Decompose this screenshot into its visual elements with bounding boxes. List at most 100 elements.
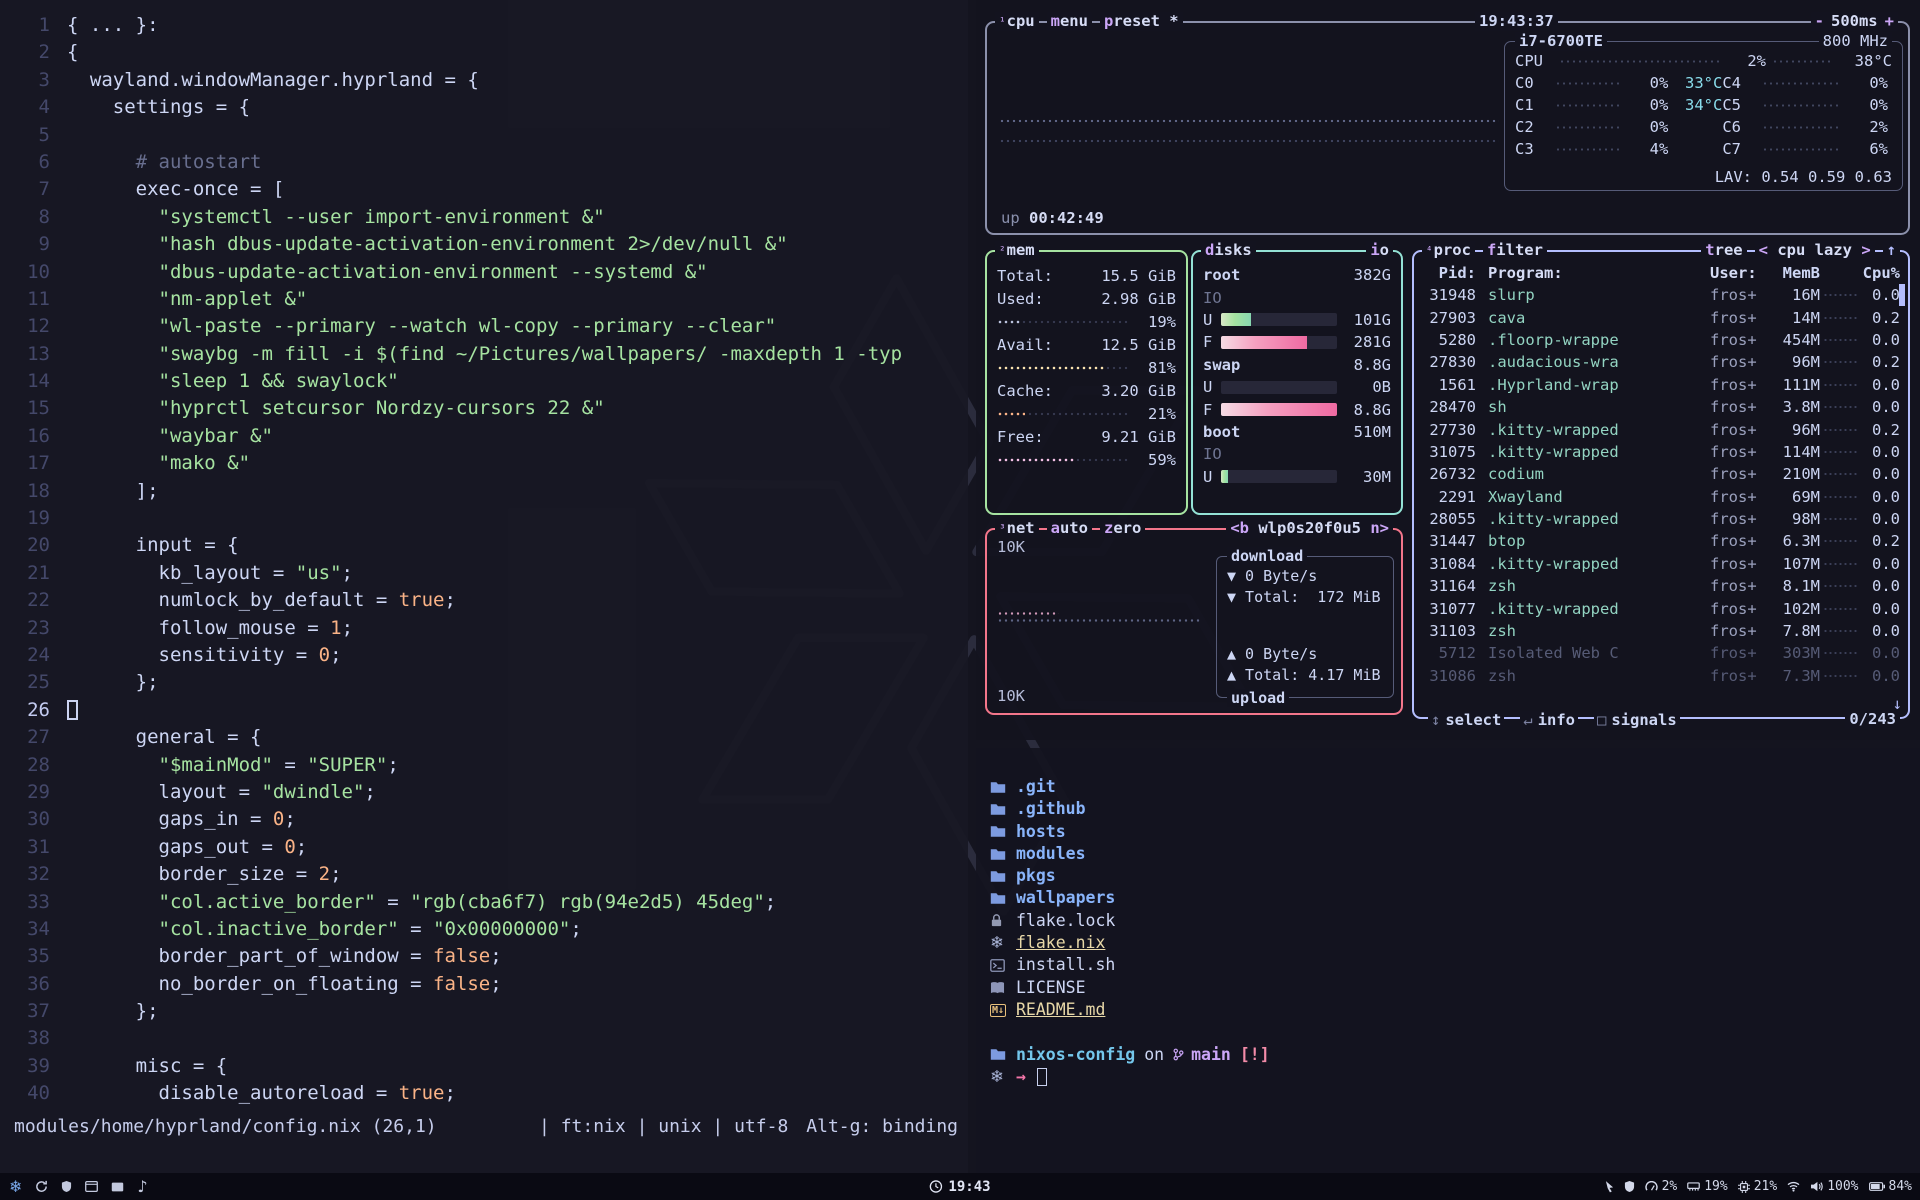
refresh-icon[interactable]	[35, 1180, 48, 1193]
process-row[interactable]: 28470shfros+3.8M0.0	[1424, 396, 1900, 418]
core-meter	[1555, 81, 1622, 86]
proc-column-headers[interactable]: Pid: Program: User: MemB Cpu%	[1424, 262, 1900, 284]
line-number: 29	[0, 779, 50, 806]
markdown-icon: M↓	[990, 1004, 1016, 1017]
process-row[interactable]: 31948slurpfros+16M0.0	[1424, 284, 1900, 306]
code-text: };	[67, 998, 159, 1025]
chip-indicator[interactable]: 21%	[1738, 1179, 1777, 1194]
core-meter	[1555, 103, 1622, 108]
cpu-core-row: C62%	[1722, 116, 1888, 138]
code-text: {	[67, 39, 78, 66]
iface-prev-button[interactable]: <b	[1230, 519, 1249, 537]
editor-window[interactable]: 1{ ... }:2{3 wayland.windowManager.hyprl…	[0, 0, 968, 1173]
line-number: 32	[0, 861, 50, 888]
git-branch-name: main	[1191, 1044, 1231, 1066]
interval-value: 500ms	[1831, 12, 1878, 31]
download-speed: ▼ 0 Byte/s	[1227, 567, 1383, 588]
disk-usage-row: F281G	[1203, 331, 1391, 353]
terminal-window[interactable]: .git.githubhostsmodulespkgswallpapersfla…	[976, 748, 1920, 1173]
card-icon[interactable]	[111, 1182, 124, 1192]
editor-line: 32 border_size = 2;	[0, 861, 968, 888]
core-meter	[1555, 147, 1622, 152]
nixos-icon[interactable]: ❄	[9, 1177, 22, 1196]
cpu-total-row: CPU 2% 38°C	[1515, 50, 1892, 72]
code-text	[67, 697, 78, 724]
interval-plus-button[interactable]: +	[1885, 12, 1894, 31]
nix-icon: ❄	[990, 1066, 1016, 1088]
process-row[interactable]: 31075.kitty-wrappedfros+114M0.0	[1424, 441, 1900, 463]
process-row[interactable]: 31086zshfros+7.3M0.0	[1424, 665, 1900, 687]
iface-next-button[interactable]: n>	[1370, 519, 1389, 537]
process-row[interactable]: 2291Xwaylandfros+69M0.0	[1424, 486, 1900, 508]
load-average: LAV: 0.54 0.59 0.63	[1515, 168, 1892, 188]
music-icon[interactable]: ♪	[137, 1177, 147, 1196]
editor-line: 23 follow_mouse = 1;	[0, 615, 968, 642]
scrollbar[interactable]	[1899, 284, 1905, 306]
selection-counter: 0/243	[1845, 710, 1900, 729]
cpu-box-title[interactable]: ¹cpu	[995, 12, 1039, 31]
editor-cursor	[67, 700, 78, 720]
window-icon[interactable]	[85, 1181, 98, 1192]
volume-indicator[interactable]: 100%	[1810, 1179, 1858, 1194]
code-text: "hash dbus-update-activation-environment…	[67, 231, 788, 258]
net-box-title[interactable]: ³net	[995, 519, 1039, 538]
process-row[interactable]: 27730.kitty-wrappedfros+96M0.2	[1424, 418, 1900, 440]
btop-mem-box: ²mem Total:15.5 GiBUsed:2.98 GiB19%Avail…	[985, 250, 1188, 515]
process-row[interactable]: 31103zshfros+7.8M0.0	[1424, 620, 1900, 642]
btop-disks-box: disks io root382GIOU101GF281Gswap8.8GU0B…	[1191, 250, 1403, 515]
network-interface-selector[interactable]: <b wlp0s20f0u5 n>	[1226, 519, 1393, 538]
uptime: up 00:42:49	[1001, 209, 1104, 227]
cursor-indicator[interactable]	[1605, 1180, 1614, 1193]
code-text: # autostart	[67, 149, 261, 176]
menu-button[interactable]: menu	[1047, 12, 1092, 31]
wifi-indicator[interactable]	[1787, 1181, 1800, 1192]
process-row[interactable]: 31077.kitty-wrappedfros+102M0.0	[1424, 597, 1900, 619]
editor-line: 13 "swaybg -m fill -i $(find ~/Pictures/…	[0, 341, 968, 368]
gauge-indicator[interactable]: 2%	[1645, 1179, 1678, 1194]
editor-line: 7 exec-once = [	[0, 176, 968, 203]
taskbar-clock[interactable]: 19:43	[929, 1179, 990, 1195]
btop-clock: 19:43:37	[1475, 12, 1558, 31]
process-row[interactable]: 28055.kitty-wrappedfros+98M0.0	[1424, 508, 1900, 530]
process-row[interactable]: 5712Isolated Web Cfros+303M0.0	[1424, 642, 1900, 664]
mem-meter-row: 21%	[997, 402, 1176, 425]
process-row[interactable]: 31164zshfros+8.1M0.0	[1424, 575, 1900, 597]
process-row[interactable]: 5280.floorp-wrappefros+454M0.0	[1424, 329, 1900, 351]
editor-code-area[interactable]: 1{ ... }:2{3 wayland.windowManager.hyprl…	[0, 12, 968, 1108]
process-row[interactable]: 27830.audacious-wrafros+96M0.2	[1424, 351, 1900, 373]
editor-line: 40 disable_autoreload = true;	[0, 1080, 968, 1107]
process-row[interactable]: 1561.Hyprland-wrapfros+111M0.0	[1424, 374, 1900, 396]
process-row[interactable]: 26732codiumfros+210M0.0	[1424, 463, 1900, 485]
disk-usage-row: U101G	[1203, 309, 1391, 331]
core-meter	[1762, 103, 1842, 108]
info-button[interactable]: ↵info	[1520, 711, 1578, 729]
mem-stat-row: Avail:12.5 GiB	[997, 333, 1176, 356]
shell-prompt-input[interactable]: ❄ →	[990, 1066, 1920, 1088]
line-number: 15	[0, 395, 50, 422]
battery-indicator[interactable]: 84%	[1869, 1179, 1912, 1194]
process-row[interactable]: 27903cavafros+14M0.2	[1424, 306, 1900, 328]
shield-indicator[interactable]	[1624, 1180, 1635, 1193]
code-text: "wl-paste --primary --watch wl-copy --pr…	[67, 313, 776, 340]
process-row[interactable]: 31447btopfros+6.3M0.2	[1424, 530, 1900, 552]
code-text: disable_autoreload = true;	[67, 1080, 456, 1107]
shield-icon[interactable]	[61, 1180, 72, 1193]
zero-button[interactable]: zero	[1100, 519, 1145, 538]
interval-minus-button[interactable]: -	[1815, 12, 1824, 31]
file-name: LICENSE	[1016, 977, 1086, 999]
list-item: M↓README.md	[990, 999, 1920, 1021]
auto-button[interactable]: auto	[1047, 519, 1092, 538]
list-item: install.sh	[990, 954, 1920, 976]
memory-indicator[interactable]: 19%	[1687, 1179, 1727, 1194]
preset-button[interactable]: preset *	[1100, 12, 1183, 31]
signals-button[interactable]: □signals	[1594, 711, 1680, 729]
cpu-temp-graph	[1772, 59, 1832, 64]
net-graph	[997, 618, 1201, 623]
list-item: .github	[990, 798, 1920, 820]
btop-window[interactable]: ¹cpu menu preset * 19:43:37 - 500ms + i7…	[976, 0, 1920, 740]
line-number: 9	[0, 231, 50, 258]
editor-line: 27 general = {	[0, 724, 968, 751]
process-row[interactable]: 31084.kitty-wrappedfros+107M0.0	[1424, 553, 1900, 575]
editor-line: 34 "col.inactive_border" = "0x00000000";	[0, 916, 968, 943]
select-button[interactable]: ↕select	[1428, 711, 1504, 729]
